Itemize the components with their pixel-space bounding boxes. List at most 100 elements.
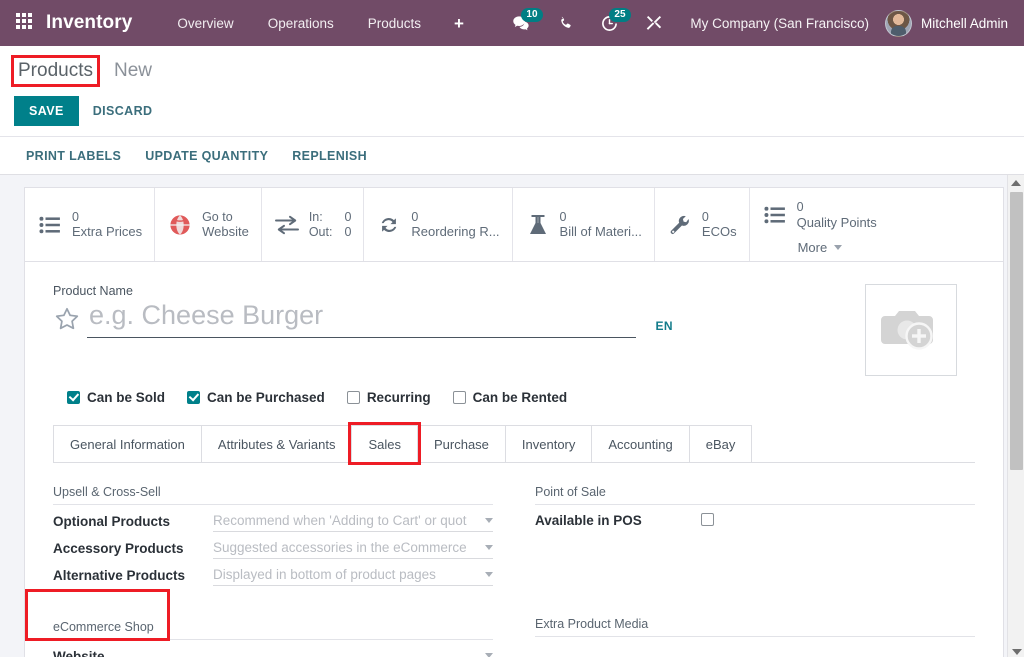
product-name-input[interactable]: [87, 300, 636, 337]
product-name-label: Product Name: [53, 284, 865, 298]
stat-label: Extra Prices: [72, 224, 142, 239]
chevron-down-icon: [485, 653, 493, 657]
stat-value: 0: [797, 200, 877, 215]
tab-purchase[interactable]: Purchase: [417, 425, 506, 462]
apps-grid-icon[interactable]: [16, 13, 36, 33]
stat-text: 0 Bill of Materi...: [560, 210, 642, 240]
field-input-alternative-products[interactable]: Displayed in bottom of product pages: [213, 567, 493, 586]
discard-button[interactable]: DISCARD: [79, 96, 167, 126]
user-name-label: Mitchell Admin: [921, 16, 1008, 31]
checkbox-box[interactable]: [187, 391, 200, 404]
field-input-accessory-products[interactable]: Suggested accessories in the eCommerce: [213, 540, 493, 559]
vertical-scrollbar[interactable]: [1007, 175, 1024, 657]
chevron-down-icon: [485, 518, 493, 523]
activities-count-badge: 25: [609, 8, 630, 22]
menu-item-products[interactable]: Products: [351, 10, 438, 37]
developer-tools-button[interactable]: [632, 0, 676, 46]
stat-button-reordering-rules[interactable]: 0 Reordering R...: [364, 188, 512, 261]
stat-label: Bill of Materi...: [560, 224, 642, 239]
stat-label: Reordering R...: [411, 224, 499, 239]
product-image-upload[interactable]: [865, 284, 957, 376]
tab-general-information[interactable]: General Information: [53, 425, 202, 462]
stat-in-value: 0: [344, 210, 351, 225]
checkbox-can-be-purchased[interactable]: Can be Purchased: [187, 390, 325, 405]
stat-button-extra-prices[interactable]: 0 Extra Prices: [25, 188, 155, 261]
stat-text: 0 Extra Prices: [72, 210, 142, 240]
menu-item-overview[interactable]: Overview: [160, 10, 250, 37]
scroll-thumb[interactable]: [1010, 192, 1023, 470]
checkbox-can-be-rented[interactable]: Can be Rented: [453, 390, 568, 405]
more-stat-buttons-toggle[interactable]: More: [798, 240, 843, 255]
notebook-tabs: General Information Attributes & Variant…: [53, 425, 975, 463]
stat-value: Go to: [202, 210, 249, 225]
flask-icon: [525, 212, 551, 238]
field-label: Available in POS: [535, 513, 685, 531]
add-menu-plus-icon[interactable]: +: [438, 11, 480, 36]
language-badge[interactable]: EN: [656, 319, 673, 333]
tab-inventory[interactable]: Inventory: [505, 425, 592, 462]
chevron-down-icon: [834, 245, 842, 250]
update-quantity-button[interactable]: UPDATE QUANTITY: [133, 141, 280, 171]
stat-text: Go to Website: [202, 210, 249, 240]
tab-attributes-variants[interactable]: Attributes & Variants: [201, 425, 353, 462]
checkbox-recurring[interactable]: Recurring: [347, 390, 431, 405]
product-name-input-wrap: [87, 300, 636, 338]
stat-button-bar: 0 Extra Prices Go to Website: [24, 187, 1004, 262]
field-accessory-products: Accessory Products Suggested accessories…: [53, 540, 493, 559]
checkbox-box[interactable]: [67, 391, 80, 404]
app-brand-title[interactable]: Inventory: [46, 12, 132, 34]
chevron-down-icon: [485, 572, 493, 577]
star-icon[interactable]: [53, 305, 81, 333]
scroll-down-arrow-icon[interactable]: [1008, 644, 1024, 657]
stat-value: 0: [560, 210, 642, 225]
product-title-left: Product Name EN: [53, 284, 865, 338]
checkbox-box[interactable]: [347, 391, 360, 404]
checkbox-box[interactable]: [453, 391, 466, 404]
activities-button[interactable]: 25: [587, 0, 632, 46]
stat-button-go-to-website[interactable]: Go to Website: [155, 188, 262, 261]
breadcrumb-separator: [97, 60, 114, 81]
checkbox-label: Can be Sold: [87, 390, 165, 405]
breadcrumb-item-products[interactable]: Products: [14, 58, 97, 84]
group-title-point-of-sale: Point of Sale: [535, 485, 975, 505]
checkbox-can-be-sold[interactable]: Can be Sold: [67, 390, 165, 405]
field-label: Accessory Products: [53, 541, 203, 559]
menu-item-operations[interactable]: Operations: [251, 10, 351, 37]
user-menu[interactable]: Mitchell Admin: [885, 10, 1010, 37]
navbar-right-area: 10 25 My Company (San Francisco) Mit: [499, 0, 1010, 46]
checkbox-available-in-pos[interactable]: [701, 513, 714, 526]
tab-accounting[interactable]: Accounting: [591, 425, 689, 462]
phone-button[interactable]: [544, 0, 587, 46]
stat-in-out-values: In: 0 Out: 0: [309, 210, 352, 240]
tab-ebay[interactable]: eBay: [689, 425, 753, 462]
stat-button-quality-points[interactable]: 0 Quality Points More: [750, 188, 889, 261]
group-spacer: [53, 594, 493, 620]
add-a-media-button[interactable]: ADD A MEDIA: [535, 645, 653, 657]
stat-label: Quality Points: [797, 215, 877, 230]
field-input-website[interactable]: [213, 648, 493, 657]
group-title-extra-product-media: Extra Product Media: [535, 617, 975, 637]
sales-tab-content: Upsell & Cross-Sell Optional Products Re…: [53, 463, 975, 657]
stat-button-ecos[interactable]: 0 ECOs: [655, 188, 750, 261]
stat-out-value: 0: [344, 225, 351, 240]
scroll-up-arrow-icon[interactable]: [1008, 175, 1024, 191]
stat-text: 0 ECOs: [702, 210, 737, 240]
messages-button[interactable]: 10: [499, 0, 544, 46]
messages-count-badge: 10: [521, 8, 542, 22]
stat-button-bill-of-materials[interactable]: 0 Bill of Materi...: [513, 188, 655, 261]
tab-sales[interactable]: Sales: [351, 425, 418, 462]
replenish-button[interactable]: REPLENISH: [280, 141, 379, 171]
stat-value: 0: [411, 210, 499, 225]
field-website: Website: [53, 648, 493, 657]
form-view-scroll-area: 0 Extra Prices Go to Website: [0, 175, 1024, 657]
group-title-ecommerce-shop: eCommerce Shop: [53, 620, 493, 640]
field-placeholder: Displayed in bottom of product pages: [213, 567, 479, 582]
stat-button-in-out[interactable]: In: 0 Out: 0: [262, 188, 365, 261]
print-labels-button[interactable]: PRINT LABELS: [14, 141, 133, 171]
field-label: Website: [53, 649, 203, 657]
field-placeholder: Suggested accessories in the eCommerce: [213, 540, 479, 555]
company-switcher[interactable]: My Company (San Francisco): [676, 16, 885, 31]
field-placeholder: Recommend when 'Adding to Cart' or quot: [213, 513, 479, 528]
field-input-optional-products[interactable]: Recommend when 'Adding to Cart' or quot: [213, 513, 493, 532]
save-button[interactable]: SAVE: [14, 96, 79, 126]
